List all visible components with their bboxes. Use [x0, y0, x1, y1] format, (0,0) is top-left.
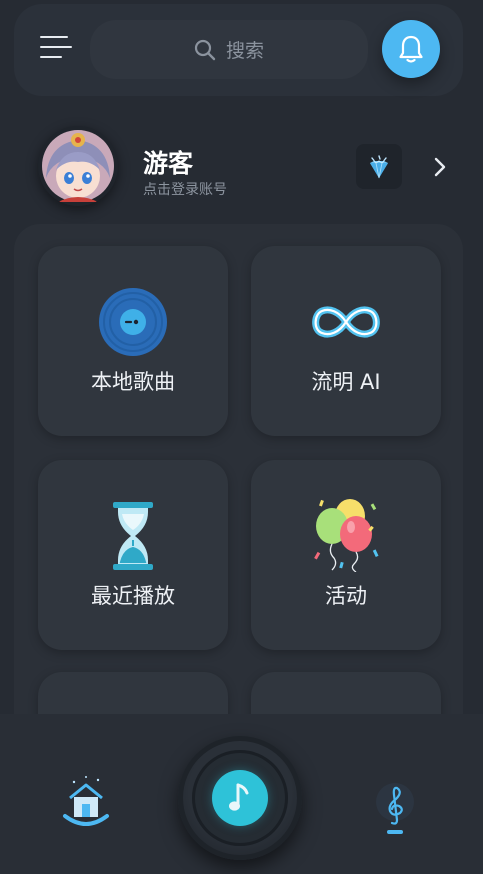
hourglass-icon	[113, 502, 153, 570]
recent-plays-label: 最近播放	[91, 584, 175, 608]
profile-row[interactable]: 游客 点击登录账号	[0, 120, 483, 210]
vip-button[interactable]	[356, 144, 402, 189]
avatar[interactable]	[38, 126, 118, 206]
lumen-ai-label: 流明 AI	[311, 370, 381, 394]
nav-music-button[interactable]	[372, 782, 418, 836]
activities-label: 活动	[325, 584, 367, 608]
bell-icon	[399, 35, 423, 63]
balloons-icon	[314, 499, 379, 572]
menu-icon-line	[40, 46, 72, 48]
diamond-icon	[370, 154, 388, 178]
menu-button[interactable]	[40, 36, 72, 62]
bottom-navigation	[0, 714, 483, 874]
chevron-right-icon	[434, 157, 446, 177]
local-songs-label: 本地歌曲	[91, 370, 175, 394]
nav-player-button[interactable]	[178, 736, 302, 860]
notification-button[interactable]	[382, 20, 440, 78]
search-placeholder: 搜索	[225, 40, 264, 62]
activities-card[interactable]: 活动	[251, 460, 441, 650]
lumen-ai-card[interactable]: 流明 AI	[251, 246, 441, 436]
feature-grid: 本地歌曲 流明 AI 最近播放 活动	[14, 224, 463, 724]
username: 游客	[143, 149, 194, 178]
infinity-icon	[312, 306, 380, 338]
recent-plays-card[interactable]: 最近播放	[38, 460, 228, 650]
nav-home-button[interactable]	[60, 774, 112, 836]
vinyl-record-icon	[99, 288, 167, 356]
player-disc[interactable]	[212, 770, 268, 826]
treble-clef-icon	[376, 783, 414, 834]
search-icon	[194, 39, 216, 60]
local-songs-card[interactable]: 本地歌曲	[38, 246, 228, 436]
menu-icon-line	[40, 56, 62, 58]
login-hint[interactable]: 点击登录账号	[143, 179, 227, 199]
search-bar[interactable]: 搜索	[90, 20, 368, 79]
avatar-image	[42, 130, 114, 202]
music-note-icon	[229, 783, 249, 811]
home-icon	[63, 776, 109, 826]
profile-chevron-button[interactable]	[428, 154, 452, 180]
menu-icon	[40, 36, 68, 38]
